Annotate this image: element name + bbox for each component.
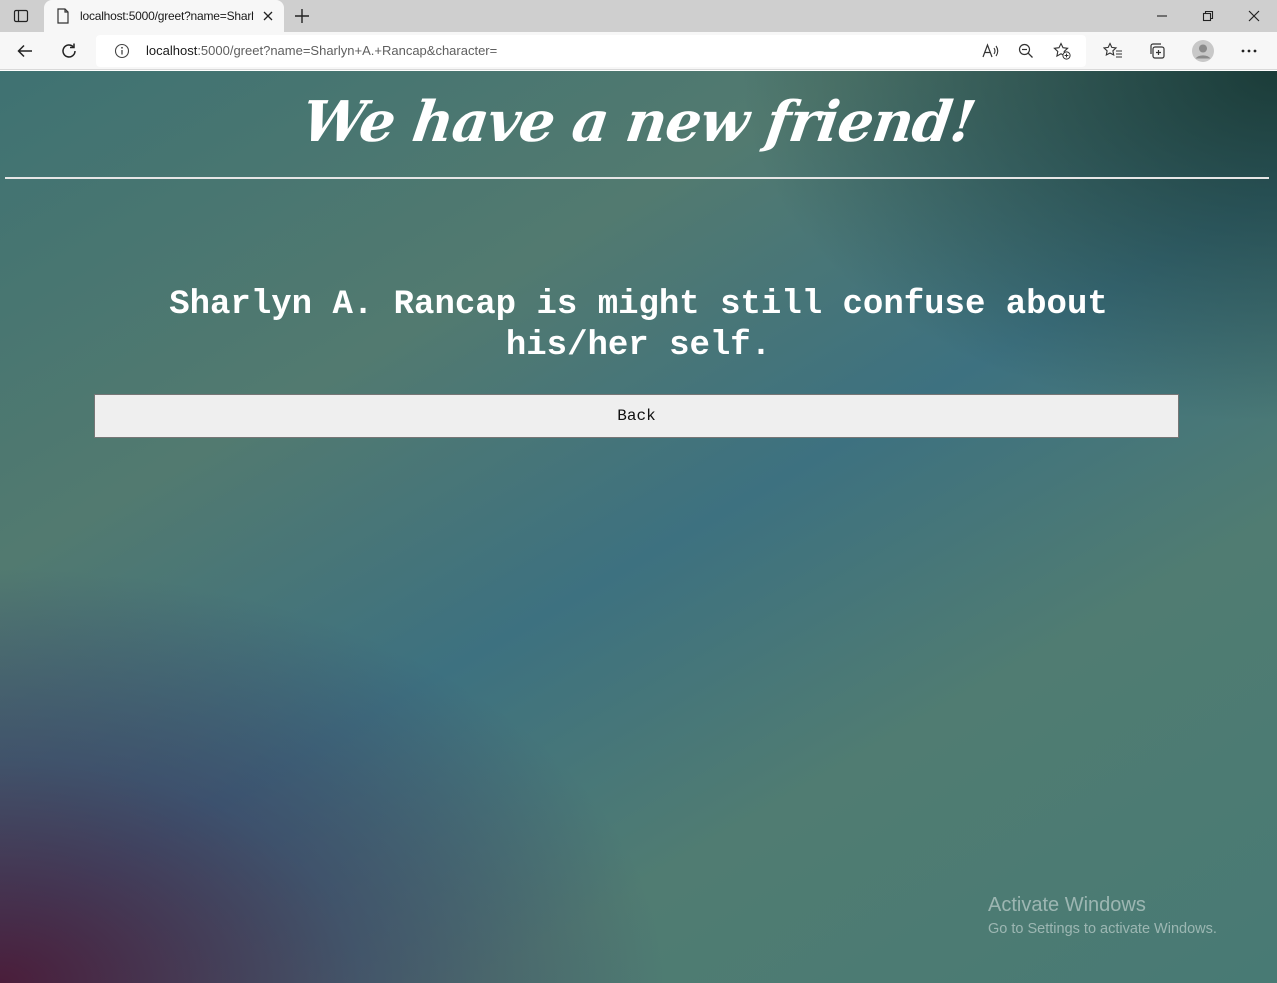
tab-actions-icon[interactable] bbox=[6, 4, 36, 28]
page-icon bbox=[56, 8, 72, 24]
address-bar[interactable]: localhost:5000/greet?name=Sharlyn+A.+Ran… bbox=[96, 35, 1086, 67]
divider bbox=[5, 177, 1269, 179]
profile-icon[interactable] bbox=[1189, 37, 1217, 65]
url-path: :5000/greet?name=Sharlyn+A.+Rancap&chara… bbox=[197, 43, 498, 58]
minimize-icon[interactable] bbox=[1139, 0, 1185, 32]
collections-icon[interactable] bbox=[1143, 37, 1171, 65]
add-favorite-icon[interactable] bbox=[1052, 41, 1072, 61]
read-aloud-icon[interactable] bbox=[980, 41, 1000, 61]
close-icon[interactable] bbox=[260, 8, 276, 24]
tab-title: localhost:5000/greet?name=Sharlyn+A.+Ran… bbox=[80, 9, 254, 23]
restore-icon[interactable] bbox=[1185, 0, 1231, 32]
activate-windows-watermark: Activate Windows Go to Settings to activ… bbox=[988, 893, 1217, 939]
refresh-icon[interactable] bbox=[55, 37, 83, 65]
watermark-title: Activate Windows bbox=[988, 894, 1146, 916]
back-button[interactable]: Back bbox=[94, 394, 1179, 438]
back-arrow-icon[interactable] bbox=[11, 37, 39, 65]
more-icon[interactable] bbox=[1235, 37, 1263, 65]
url-host: localhost bbox=[146, 43, 198, 58]
info-icon[interactable] bbox=[114, 43, 130, 59]
tab-bar: localhost:5000/greet?name=Sharlyn+A.+Ran… bbox=[0, 0, 1277, 32]
watermark-subtitle: Go to Settings to activate Windows. bbox=[988, 921, 1217, 937]
greeting-message: Sharlyn A. Rancap is might still confuse… bbox=[169, 286, 1108, 365]
page-content: We have a new friend! Sharlyn A. Rancap … bbox=[0, 71, 1277, 983]
browser-toolbar: localhost:5000/greet?name=Sharlyn+A.+Ran… bbox=[0, 32, 1277, 70]
plus-icon[interactable] bbox=[290, 4, 314, 28]
zoom-out-icon[interactable] bbox=[1016, 41, 1036, 61]
close-window-icon[interactable] bbox=[1231, 0, 1277, 32]
url-text: localhost:5000/greet?name=Sharlyn+A.+Ran… bbox=[146, 43, 497, 58]
browser-tab[interactable]: localhost:5000/greet?name=Sharlyn+A.+Ran… bbox=[44, 0, 284, 32]
page-heading: We have a new friend! bbox=[297, 89, 980, 155]
favorites-icon[interactable] bbox=[1099, 37, 1127, 65]
